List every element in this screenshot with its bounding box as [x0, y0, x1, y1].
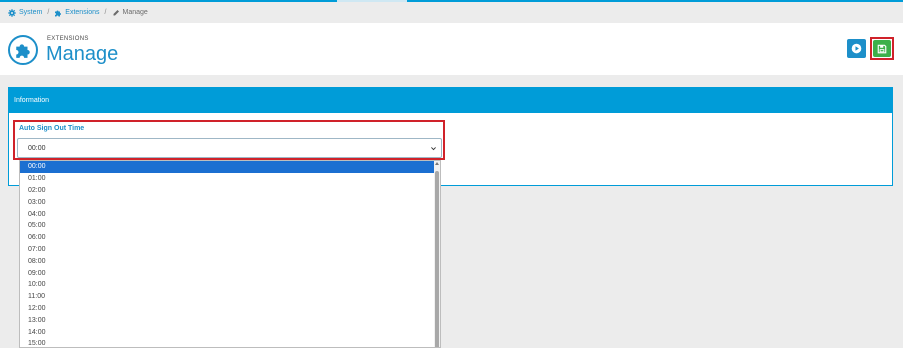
dropdown-option[interactable]: 04:00 — [20, 208, 440, 220]
auto-sign-out-label: Auto Sign Out Time — [19, 125, 85, 132]
breadcrumb-system-label: System — [19, 9, 43, 16]
dropdown-option[interactable]: 02:00 — [20, 185, 440, 197]
page-header: EXTENSIONS Manage — [0, 23, 903, 75]
chevron-down-icon — [431, 147, 436, 151]
dropdown-scrollbar[interactable] — [434, 161, 440, 347]
time-dropdown-list: 00:00 01:00 02:00 03:00 04:00 05:00 06:00 07:00… — [19, 160, 441, 348]
page-eyebrow: EXTENSIONS — [47, 36, 89, 42]
dropdown-option[interactable]: 01:00 — [20, 173, 440, 185]
dropdown-option[interactable]: 10:00 — [20, 279, 440, 291]
dropdown-option[interactable]: 08:00 — [20, 255, 440, 267]
dropdown-option[interactable]: 03:00 — [20, 196, 440, 208]
auto-sign-out-select[interactable]: 00:00 — [17, 138, 442, 158]
breadcrumb-extensions-label: Extensions — [65, 9, 100, 16]
scroll-up-arrow[interactable] — [435, 162, 439, 165]
scroll-thumb[interactable] — [435, 171, 439, 347]
save-icon — [877, 44, 887, 53]
run-button[interactable] — [847, 39, 866, 58]
select-value: 00:00 — [28, 144, 46, 152]
dropdown-option[interactable]: 06:00 — [20, 232, 440, 244]
breadcrumb-current-label: Manage — [122, 9, 148, 16]
breadcrumb-manage: Manage — [112, 9, 148, 17]
breadcrumb: System / Extensions / Manage — [0, 2, 903, 23]
gear-icon — [8, 8, 16, 17]
pencil-icon — [113, 9, 119, 15]
panel-heading: Information — [9, 88, 892, 113]
save-button[interactable] — [873, 40, 891, 57]
page-title: Manage — [46, 43, 119, 65]
dropdown-option[interactable]: 13:00 — [20, 314, 440, 326]
dropdown-option[interactable]: 14:00 — [20, 326, 440, 338]
breadcrumb-separator: / — [47, 9, 50, 16]
puzzle-icon — [55, 10, 62, 16]
breadcrumb-separator: / — [104, 9, 107, 16]
breadcrumb-extensions[interactable]: Extensions — [54, 9, 100, 17]
dropdown-option[interactable]: 12:00 — [20, 303, 440, 315]
dropdown-option[interactable]: 09:00 — [20, 267, 440, 279]
play-circle-icon — [851, 43, 862, 54]
dropdown-option[interactable]: 11:00 — [20, 291, 440, 303]
dropdown-option[interactable]: 15:00 — [20, 338, 440, 347]
dropdown-option[interactable]: 05:00 — [20, 220, 440, 232]
dropdown-option[interactable]: 07:00 — [20, 244, 440, 256]
puzzle-icon — [8, 35, 38, 65]
breadcrumb-system[interactable]: System — [8, 8, 43, 17]
dropdown-option[interactable]: 00:00 — [20, 161, 440, 173]
save-button-highlight — [870, 37, 894, 60]
